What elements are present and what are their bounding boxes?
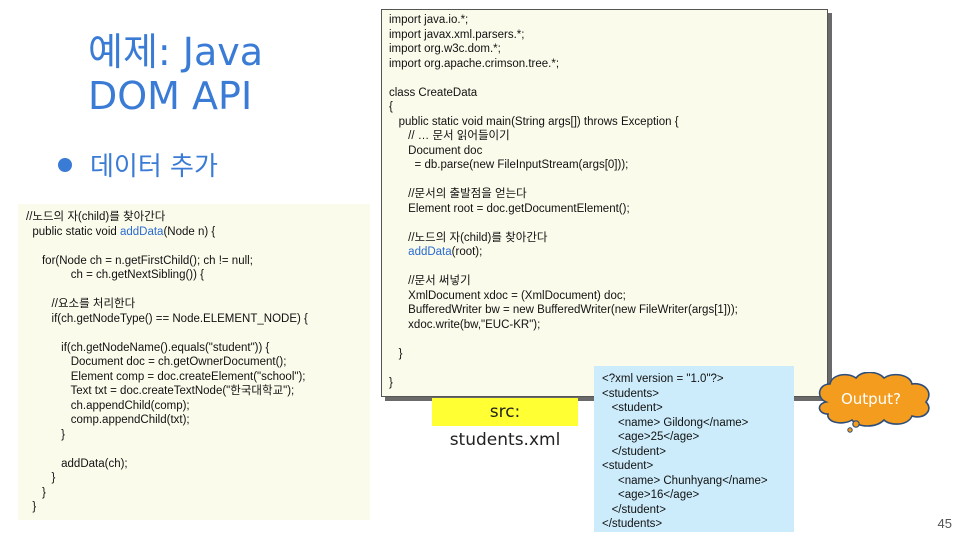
page-number: 45 (937, 516, 952, 531)
code-line: // … 문서 읽어들이기 (389, 130, 510, 142)
code-line: ch = ch.getNextSibling()) { (26, 269, 205, 281)
code-line: ch.appendChild(comp); (26, 399, 190, 412)
xml-line: <student> (602, 402, 663, 414)
code-line: if(ch.getNodeName().equals("student")) { (26, 341, 270, 354)
code-line: class CreateData (389, 86, 478, 99)
code-line: } (389, 347, 403, 360)
adddata-code: //노드의 자(child)를 찾아간다 public static void … (26, 210, 308, 515)
xml-source: <?xml version = "1.0"?> <students> <stud… (602, 372, 768, 532)
code-line: import org.w3c.dom.*; (389, 43, 501, 55)
bullet-text: 데이터 추가 (90, 152, 218, 182)
code-line: import java.io.*; (389, 14, 469, 26)
source-file-label: src: students.xml (432, 398, 578, 450)
code-line: //노드의 자(child)를 찾아간다 (389, 231, 548, 244)
xml-line: <age>16</age> (602, 489, 700, 501)
code-line: public static void (26, 225, 120, 238)
code-line: //문서의 출발점을 얻는다 (389, 188, 527, 200)
main-code-box: import java.io.*; import javax.xml.parse… (381, 9, 828, 397)
title-line-2: DOM API (88, 74, 253, 118)
code-line: import org.apache.crimson.tree.*; (389, 57, 560, 70)
output-bubble-text: Output? (840, 390, 902, 408)
code-line: for(Node ch = n.getFirstChild(); ch != n… (26, 254, 253, 267)
code-line: if(ch.getNodeType() == Node.ELEMENT_NODE… (26, 312, 308, 325)
xml-line: </student> (602, 445, 666, 458)
code-line: Document doc (389, 144, 483, 157)
xml-line: </students> (602, 518, 663, 530)
code-line: = db.parse(new FileInputStream(args[0]))… (389, 159, 629, 171)
output-thought-bubble: Output? (812, 372, 938, 434)
code-line: xdoc.write(bw,"EUC-KR"); (389, 318, 541, 331)
xml-source-box: <?xml version = "1.0"?> <students> <stud… (594, 366, 794, 532)
code-line: comp.appendChild(txt); (26, 414, 190, 426)
code-line: import javax.xml.parsers.*; (389, 28, 525, 41)
code-line: Document doc = ch.getOwnerDocument(); (26, 356, 287, 368)
code-line: (root); (451, 246, 483, 258)
code-line: //문서 써넣기 (389, 275, 471, 287)
code-line: XmlDocument xdoc = (XmlDocument) doc; (389, 289, 626, 302)
xml-line: <students> (602, 387, 659, 400)
xml-line: </student> (602, 503, 666, 516)
code-line: } (26, 486, 46, 499)
code-line: BufferedWriter bw = new BufferedWriter(n… (389, 304, 738, 316)
code-line: Text txt = doc.createTextNode("한국대학교"); (26, 385, 295, 397)
code-line: } (26, 472, 56, 484)
xml-line: <age>25</age> (602, 431, 700, 443)
xml-line: <?xml version = "1.0"?> (602, 373, 724, 385)
code-line: { (389, 101, 393, 113)
code-line: Element comp = doc.createElement("school… (26, 370, 306, 383)
xml-line: <name> Chunhyang</name> (602, 474, 768, 487)
code-line: } (26, 501, 37, 513)
xml-line: <name> Gildong</name> (602, 416, 749, 429)
bullet-dot-icon (58, 157, 72, 172)
main-code: import java.io.*; import javax.xml.parse… (389, 13, 738, 390)
slide-title: 예제: Java DOM API (88, 30, 263, 118)
code-line: (Node n) { (163, 225, 216, 238)
adddata-code-box: //노드의 자(child)를 찾아간다 public static void … (18, 204, 370, 520)
code-line: public static void main(String args[]) t… (389, 115, 679, 128)
bullet-item: 데이터 추가 (58, 146, 218, 183)
code-line: Element root = doc.getDocumentElement(); (389, 202, 630, 215)
code-highlight: addData (408, 246, 452, 258)
title-line-1: 예제: Java (88, 30, 264, 74)
xml-line: <student> (602, 460, 654, 472)
code-line: //노드의 자(child)를 찾아간다 (26, 211, 166, 223)
code-line: } (389, 376, 393, 389)
code-line: addData(ch); (26, 457, 128, 470)
code-line: //요소를 처리한다 (26, 298, 136, 310)
code-highlight: addData (119, 225, 164, 238)
code-line: } (26, 428, 65, 441)
